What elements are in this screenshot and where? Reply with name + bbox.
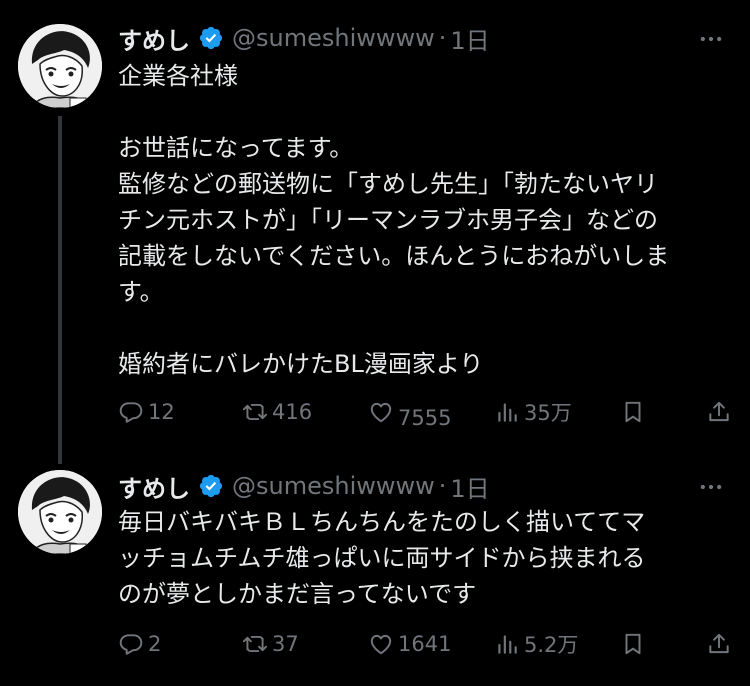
share-icon [709, 633, 729, 654]
retweet-icon [242, 635, 268, 653]
views-count: 5.2万 [524, 633, 579, 657]
retweet-button[interactable]: 37 [242, 624, 299, 664]
handle[interactable]: @sumeshiwwww [232, 472, 435, 500]
like-count: 1641 [398, 632, 452, 656]
bookmark-button[interactable] [620, 392, 646, 432]
tweet[interactable]: すめし @sumeshiwwww · 1日 毎日バキバキＢＬちんちんをたのしく描… [0, 462, 750, 686]
more-options-icon[interactable] [696, 24, 726, 54]
handle[interactable]: @sumeshiwwww [232, 24, 435, 52]
verified-badge-icon [198, 25, 224, 51]
more-options-icon[interactable] [696, 472, 726, 502]
avatar-image [18, 24, 102, 108]
separator-dot: · [438, 472, 447, 500]
bookmark-button[interactable] [620, 624, 646, 664]
action-bar: 12 416 7555 35万 [118, 392, 734, 432]
like-count: 7555 [398, 406, 452, 430]
heart-icon [370, 634, 392, 655]
bookmark-icon [625, 633, 641, 655]
views-chart-icon [498, 635, 517, 654]
tweet-text-line: す。 [118, 278, 164, 306]
share-button[interactable] [706, 392, 732, 432]
views-button[interactable]: 5.2万 [494, 624, 578, 664]
avatar[interactable] [18, 470, 102, 554]
verified-badge-icon [198, 473, 224, 499]
retweet-button[interactable]: 416 [242, 392, 312, 432]
reply-button[interactable]: 2 [118, 624, 161, 664]
like-button[interactable]: 1641 [368, 624, 451, 664]
tweet-text-line: ッチョムチムチ雄っぱいに両サイドから挟まれる [118, 544, 646, 572]
like-button[interactable]: 7555 [368, 392, 451, 432]
share-button[interactable] [706, 624, 732, 664]
views-count: 35万 [524, 401, 572, 425]
views-chart-icon [498, 403, 517, 422]
tweet-text: 企業各社様 お世話になってます。 監修などの郵送物に「すめし先生」「勃たないヤリ… [118, 58, 728, 382]
display-name[interactable]: すめし [118, 21, 190, 56]
tweet-text-line: のが夢としかまだ言ってないです [118, 580, 477, 608]
display-name[interactable]: すめし [118, 469, 190, 504]
tweet-text-line: 企業各社様 [118, 62, 238, 90]
thread-line [58, 116, 62, 464]
views-button[interactable]: 35万 [494, 392, 572, 432]
separator-dot: · [438, 24, 447, 52]
tweet-header: すめし @sumeshiwwww · 1日 [118, 20, 490, 56]
tweet-text-line: 監修などの郵送物に「すめし先生」「勃たないヤリ [118, 170, 658, 198]
tweet-header: すめし @sumeshiwwww · 1日 [118, 468, 490, 504]
tweet-text-line [118, 310, 728, 346]
reply-count: 2 [148, 632, 162, 656]
avatar-image [18, 470, 102, 554]
share-icon [709, 401, 729, 422]
reply-count: 12 [148, 400, 175, 424]
heart-icon [370, 402, 392, 423]
action-bar: 2 37 1641 5.2万 [118, 624, 734, 664]
tweet-text-line: 毎日バキバキＢＬちんちんをたのしく描いててマ [118, 508, 646, 536]
tweet[interactable]: すめし @sumeshiwwww · 1日 企業各社様 お世話になってます。 監… [0, 0, 750, 464]
retweet-count: 37 [272, 632, 299, 656]
reply-icon [119, 402, 143, 423]
avatar[interactable] [18, 24, 102, 108]
tweet-text-line: チン元ホストが」「リーマンラブホ男子会」などの [118, 206, 658, 234]
retweet-icon [242, 403, 268, 421]
tweet-text-line: 記載をしないでください。ほんとうにおねがいしま [118, 242, 670, 270]
retweet-count: 416 [272, 400, 313, 424]
tweet-text-line: 婚約者にバレかけたBL漫画家より [118, 350, 484, 378]
tweet-text-line: お世話になってます。 [118, 134, 354, 162]
bookmark-icon [625, 401, 641, 423]
reply-button[interactable]: 12 [118, 392, 175, 432]
timestamp[interactable]: 1日 [450, 469, 489, 504]
tweet-text-line [118, 94, 728, 130]
reply-icon [119, 634, 143, 655]
timestamp[interactable]: 1日 [450, 21, 489, 56]
tweet-text: 毎日バキバキＢＬちんちんをたのしく描いててマ ッチョムチムチ雄っぱいに両サイドか… [118, 504, 728, 612]
